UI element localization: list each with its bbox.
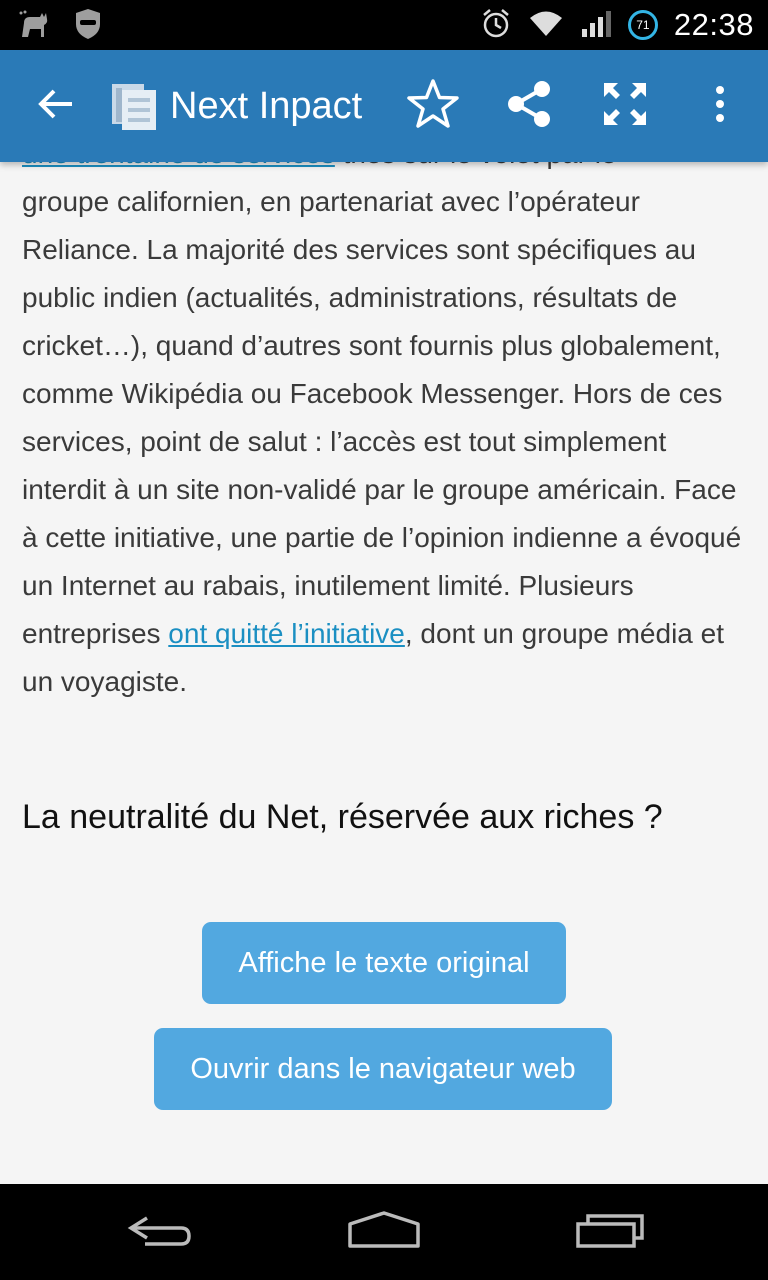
battery-level: 71 [636, 18, 650, 32]
cat-icon [18, 9, 50, 44]
share-button[interactable] [494, 50, 564, 162]
initiative-link[interactable]: ont quitté l’initiative [168, 618, 405, 649]
nav-home-icon [346, 1210, 422, 1255]
screen: une trentaine de services triés sur le v… [0, 0, 768, 1280]
app-title: Next Inpact [170, 85, 363, 127]
star-icon [406, 78, 460, 135]
more-options-button[interactable] [690, 50, 750, 162]
alarm-icon [480, 7, 512, 44]
battery-icon: 71 [627, 10, 658, 40]
signal-icon [580, 9, 612, 42]
open-in-browser-button[interactable]: Ouvrir dans le navigateur web [154, 1028, 612, 1110]
nav-home-button[interactable] [314, 1184, 454, 1280]
nav-back-icon [125, 1210, 195, 1255]
app-logo-icon [110, 80, 160, 132]
app-bar: Next Inpact [0, 50, 768, 162]
more-vert-icon [714, 84, 726, 129]
incognito-icon [74, 8, 102, 45]
nav-recents-icon [574, 1210, 646, 1255]
article-text: groupe californien, en partenariat avec … [22, 186, 742, 649]
wifi-icon [528, 9, 564, 42]
article-body: une trentaine de services triés sur le v… [22, 130, 750, 706]
article-paragraph: une trentaine de services triés sur le v… [22, 130, 750, 706]
nav-recents-button[interactable] [540, 1184, 680, 1280]
share-icon [504, 79, 554, 134]
nav-back-button[interactable] [90, 1184, 230, 1280]
show-original-button[interactable]: Affiche le texte original [202, 922, 566, 1004]
fullscreen-button[interactable] [590, 50, 660, 162]
status-time: 22:38 [673, 7, 754, 42]
back-button[interactable] [16, 50, 96, 162]
status-bar: 71 22:38 [0, 0, 768, 50]
favorite-button[interactable] [398, 50, 468, 162]
back-arrow-icon [36, 84, 76, 129]
fullscreen-icon [602, 81, 648, 132]
section-heading: La neutralité du Net, réservée aux riche… [22, 798, 663, 836]
navigation-bar [0, 1184, 768, 1280]
